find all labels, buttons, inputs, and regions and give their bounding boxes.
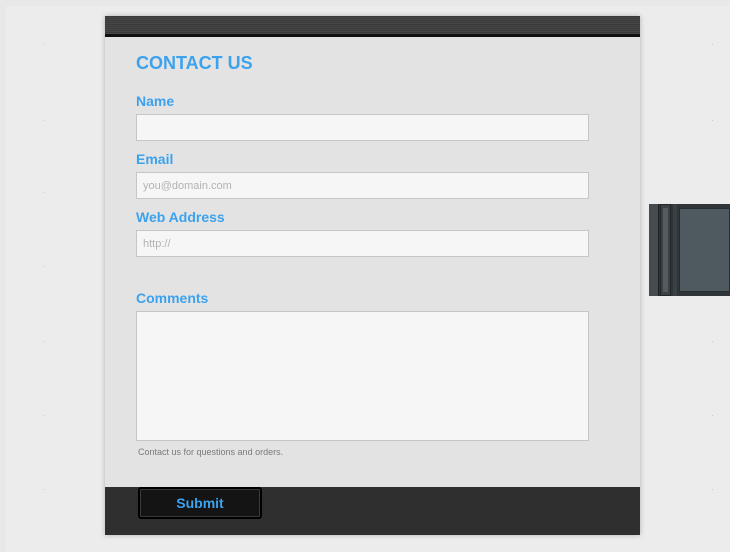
web-address-input[interactable] [136, 230, 589, 257]
form-header-bar [105, 16, 640, 37]
side-panel-strip [649, 204, 659, 296]
email-label: Email [136, 151, 174, 167]
background-dot [712, 120, 713, 121]
background-dot [44, 120, 45, 121]
name-label: Name [136, 93, 175, 109]
comments-textarea[interactable] [136, 311, 589, 441]
comments-label: Comments [136, 290, 209, 306]
background-dot [44, 192, 45, 193]
side-panel-decoration [649, 204, 730, 296]
contact-form: CONTACT US Name Email Web Address Commen… [105, 16, 640, 535]
submit-button[interactable]: Submit [138, 487, 262, 519]
background-dot [44, 44, 45, 45]
background-dot [44, 489, 45, 490]
name-input[interactable] [136, 114, 589, 141]
web-address-label: Web Address [136, 209, 225, 225]
form-footer-bar: Submit [105, 487, 640, 535]
background-dot [44, 415, 45, 416]
background-dot [44, 341, 45, 342]
form-title: CONTACT US [136, 53, 253, 73]
side-panel-strip [673, 204, 677, 296]
email-input[interactable] [136, 172, 589, 199]
background-dot [712, 489, 713, 490]
background-dot [712, 44, 713, 45]
background-dot [712, 415, 713, 416]
background-dot [712, 341, 713, 342]
side-panel-strip [663, 208, 668, 292]
side-panel-block [679, 208, 730, 292]
form-help-text: Contact us for questions and orders. [138, 447, 284, 457]
background-dot [44, 266, 45, 267]
